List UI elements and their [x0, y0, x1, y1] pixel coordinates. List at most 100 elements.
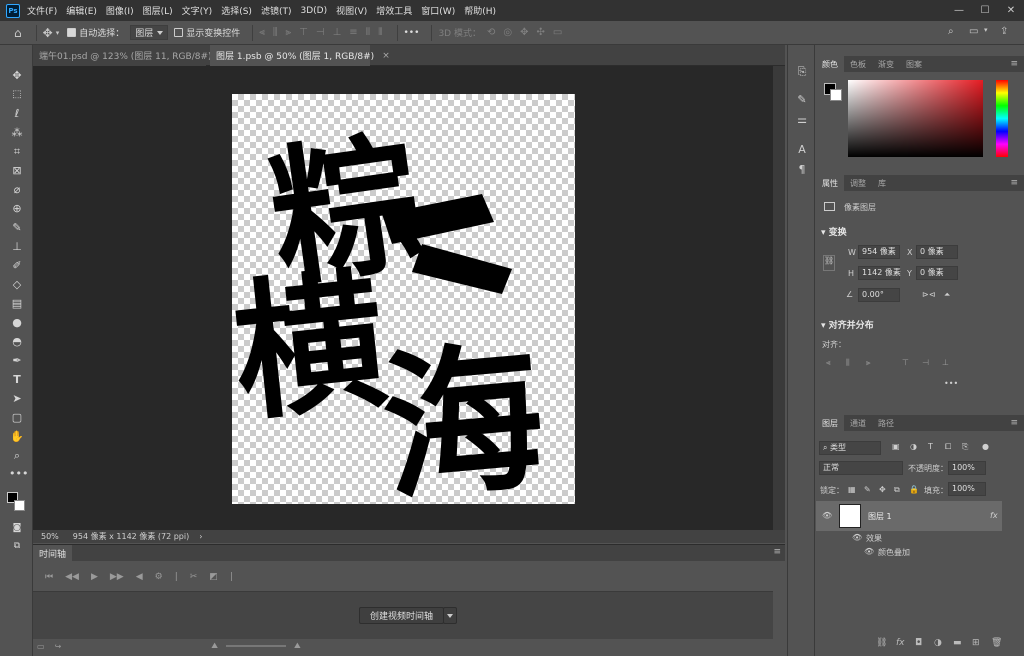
- menu-view[interactable]: 视图(V): [336, 4, 367, 17]
- tab-document-1[interactable]: 端午01.psd @ 123% (图层 11, RGB/8#) * ×: [33, 45, 234, 66]
- tab-gradients[interactable]: 渐变: [872, 56, 900, 72]
- menu-window[interactable]: 窗口(W): [421, 4, 455, 17]
- color-background-swatch[interactable]: [830, 89, 842, 101]
- gradient-tool-icon[interactable]: ▤: [9, 297, 25, 311]
- auto-select-checkbox[interactable]: [67, 28, 77, 37]
- distribute-icon[interactable]: ≡: [349, 27, 357, 38]
- zoom-in-icon[interactable]: ⛰: [294, 641, 301, 651]
- transform-section-title[interactable]: ▾ 变换: [821, 225, 847, 238]
- align-section-title[interactable]: ▾ 对齐并分布: [821, 318, 874, 331]
- eyedropper-icon[interactable]: ⌀: [9, 183, 25, 197]
- panel-menu-icon[interactable]: ≡: [1010, 418, 1018, 428]
- visibility-eye-icon[interactable]: 👁: [822, 511, 832, 520]
- chevron-down-icon[interactable]: ▾: [984, 26, 988, 34]
- more-options-button[interactable]: •••: [404, 28, 420, 38]
- panel-menu-icon[interactable]: ≡: [1010, 178, 1018, 188]
- tab-color[interactable]: 颜色: [816, 56, 844, 72]
- align-hcenter-icon[interactable]: ⫼: [273, 27, 278, 38]
- filter-smart-object-icon[interactable]: ⎘: [962, 442, 968, 452]
- timeline-zoom-slider[interactable]: [226, 645, 286, 647]
- audio-icon[interactable]: ◀: [136, 572, 143, 582]
- menu-help[interactable]: 帮助(H): [464, 4, 496, 17]
- search-icon[interactable]: ⌕: [948, 26, 954, 37]
- x-field[interactable]: 0 像素: [916, 245, 958, 259]
- move-tool-icon[interactable]: ✥: [43, 26, 53, 40]
- hand-tool-icon[interactable]: ✋: [9, 430, 25, 444]
- layer-filter-dropdown[interactable]: ⌕ 类型: [819, 441, 881, 455]
- magic-wand-icon[interactable]: ⁂: [9, 126, 25, 140]
- hue-slider[interactable]: [996, 80, 1008, 157]
- lock-transparency-icon[interactable]: ▦: [848, 485, 856, 494]
- align-right-icon[interactable]: ⫸: [866, 358, 871, 368]
- first-frame-icon[interactable]: ⏮: [45, 572, 53, 582]
- home-icon[interactable]: ⌂: [14, 26, 22, 40]
- new-adjustment-icon[interactable]: ◑: [934, 638, 942, 648]
- render-icon[interactable]: ▭: [37, 642, 45, 651]
- link-icon[interactable]: ⛓: [823, 255, 835, 271]
- align-bottom-icon[interactable]: ⊥: [333, 27, 342, 38]
- menu-type[interactable]: 文字(Y): [182, 4, 213, 17]
- tab-timeline[interactable]: 时间轴: [33, 545, 73, 561]
- effect-color-overlay[interactable]: 颜色叠加: [878, 547, 910, 558]
- width-field[interactable]: 954 像素: [858, 245, 900, 259]
- more-tools-icon[interactable]: •••: [9, 467, 28, 481]
- flip-horizontal-icon[interactable]: ⊳⊲: [922, 290, 935, 299]
- history-brush-icon[interactable]: ✐: [9, 259, 25, 273]
- filter-shape-icon[interactable]: ⧠: [945, 442, 951, 452]
- lock-all-icon[interactable]: 🔒: [909, 485, 919, 494]
- filter-toggle-icon[interactable]: ●: [982, 442, 989, 451]
- quick-mask-icon[interactable]: ◙: [9, 521, 25, 535]
- drag-3d-icon[interactable]: ✥: [520, 27, 528, 38]
- panel-menu-icon[interactable]: ≡: [1010, 59, 1018, 69]
- type-tool-icon[interactable]: T: [9, 373, 25, 387]
- effects-eye-icon[interactable]: 👁: [852, 533, 862, 542]
- move-tool-icon[interactable]: ✥: [9, 69, 25, 83]
- adjustments-icon[interactable]: ⚌: [795, 113, 809, 126]
- align-top-icon[interactable]: ⊤: [902, 358, 909, 367]
- align-right-icon[interactable]: ⫸: [286, 27, 292, 38]
- close-button[interactable]: ✕: [998, 0, 1024, 21]
- dodge-tool-icon[interactable]: ◓: [9, 335, 25, 349]
- play-icon[interactable]: ▶: [91, 572, 98, 582]
- tab-channels[interactable]: 通道: [844, 415, 872, 431]
- opacity-field[interactable]: 100%: [948, 461, 986, 475]
- add-mask-icon[interactable]: ◘: [915, 638, 922, 648]
- menu-3d[interactable]: 3D(D): [300, 6, 327, 16]
- blur-tool-icon[interactable]: ●: [9, 316, 25, 330]
- show-transform-group[interactable]: 显示变换控件: [174, 26, 240, 39]
- menu-layer[interactable]: 图层(L): [143, 4, 173, 17]
- lock-position-icon[interactable]: ✥: [879, 485, 886, 494]
- menu-image[interactable]: 图像(I): [106, 4, 134, 17]
- filter-adjustment-icon[interactable]: ◑: [910, 442, 917, 451]
- tab-adjustments[interactable]: 调整: [844, 175, 872, 191]
- height-field[interactable]: 1142 像素: [858, 266, 901, 280]
- layer-name[interactable]: 图层 1: [868, 511, 892, 522]
- maximize-button[interactable]: ☐: [972, 0, 998, 21]
- menu-edit[interactable]: 编辑(E): [66, 4, 97, 17]
- stamp-tool-icon[interactable]: ⊥: [9, 240, 25, 254]
- character-panel-icon[interactable]: A: [795, 143, 809, 156]
- rectangle-tool-icon[interactable]: ▢: [9, 411, 25, 425]
- brush-settings-icon[interactable]: ✎: [795, 93, 809, 106]
- marquee-tool-icon[interactable]: ⬚: [9, 88, 25, 102]
- new-layer-icon[interactable]: ⊞: [972, 638, 980, 648]
- tab-layers[interactable]: 图层: [816, 415, 844, 431]
- tab-document-2[interactable]: 图层 1.psb @ 50% (图层 1, RGB/8#) ×: [210, 45, 390, 66]
- menu-select[interactable]: 选择(S): [221, 4, 252, 17]
- lasso-tool-icon[interactable]: ℓ: [9, 107, 25, 121]
- camera-3d-icon[interactable]: ▭: [553, 27, 562, 38]
- document-canvas[interactable]: 粽 横 海: [226, 94, 575, 524]
- share-icon[interactable]: ⇪: [1000, 26, 1008, 37]
- chevron-down-icon[interactable]: ▾: [56, 29, 60, 37]
- workspace-icon[interactable]: ▭: [969, 26, 978, 37]
- more-align-button[interactable]: •••: [944, 379, 958, 388]
- create-video-timeline-button[interactable]: 创建视频时间轴: [359, 607, 445, 624]
- orbit-3d-icon[interactable]: ⟲: [487, 27, 495, 38]
- auto-select-checkbox-group[interactable]: 自动选择：: [67, 26, 124, 39]
- brush-tool-icon[interactable]: ✎: [9, 221, 25, 235]
- frame-tool-icon[interactable]: ⊠: [9, 164, 25, 178]
- transition-icon[interactable]: ◩: [209, 572, 218, 582]
- tab-paths[interactable]: 路径: [872, 415, 900, 431]
- roll-3d-icon[interactable]: ◎: [503, 27, 512, 38]
- fx-badge[interactable]: fx: [990, 511, 998, 520]
